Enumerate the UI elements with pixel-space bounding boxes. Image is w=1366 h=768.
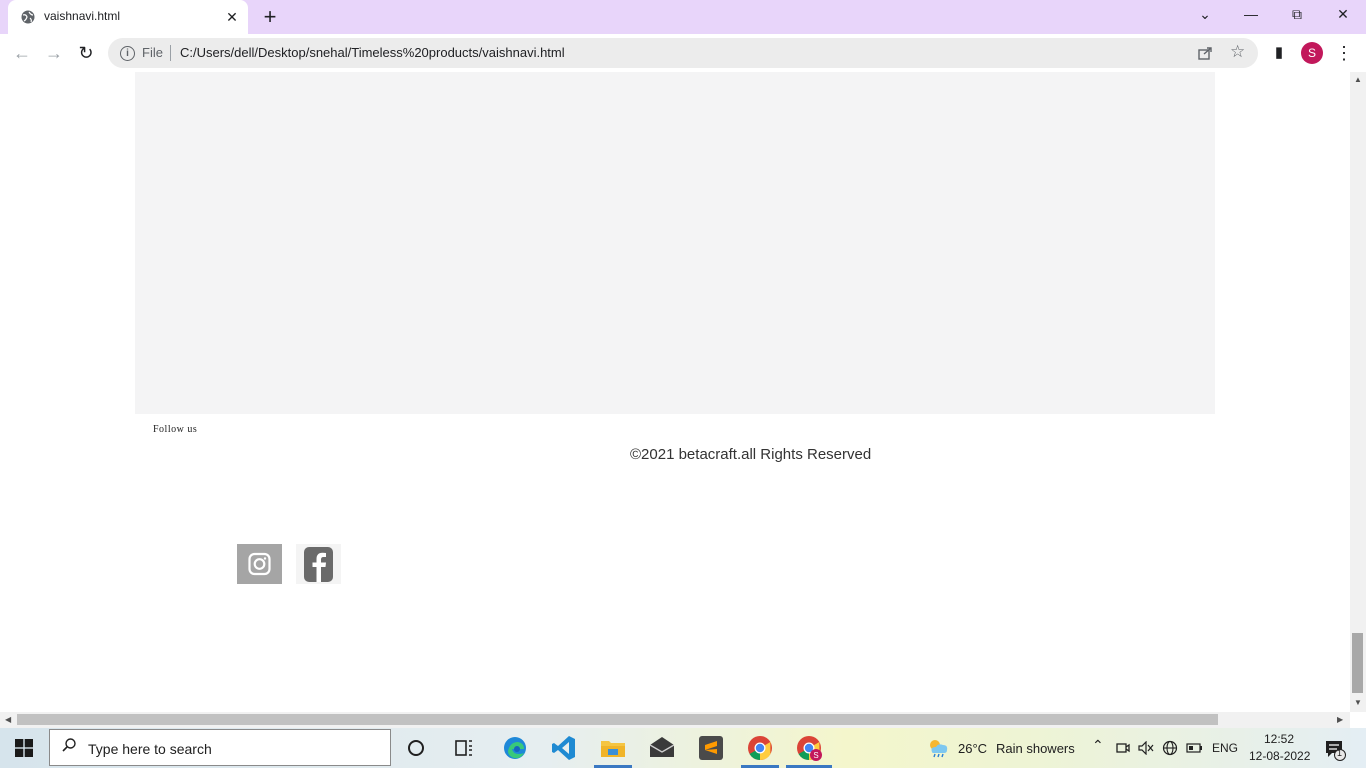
restore-button[interactable]: ⧉ (1286, 6, 1308, 23)
browser-tab[interactable]: vaishnavi.html ✕ (8, 0, 248, 34)
scheme-label: File (142, 45, 163, 60)
tab-title: vaishnavi.html (44, 9, 121, 23)
facebook-icon[interactable] (296, 544, 341, 584)
chrome-profile-icon[interactable]: S (794, 733, 824, 763)
weather-temperature[interactable]: 26°C (958, 741, 987, 756)
vertical-scroll-thumb[interactable] (1352, 633, 1363, 693)
cortana-icon[interactable] (401, 733, 431, 763)
close-window-button[interactable]: ✕ (1332, 6, 1354, 23)
mail-icon[interactable] (647, 733, 677, 763)
follow-us-label: Follow us (153, 424, 198, 435)
profile-avatar[interactable]: S (1301, 42, 1323, 64)
windows-start-icon[interactable] (15, 739, 33, 757)
clock-date[interactable]: 12-08-2022 (1249, 749, 1310, 763)
scroll-right-arrow-icon[interactable]: ▶ (1337, 715, 1343, 724)
chrome-icon[interactable] (745, 733, 775, 763)
search-icon (62, 738, 76, 752)
windows-taskbar: Type here to search S 26°C Rain showers … (0, 728, 1366, 768)
content-block (135, 72, 1215, 414)
scroll-up-arrow-icon[interactable]: ▲ (1354, 75, 1362, 84)
url-text[interactable]: C:/Users/dell/Desktop/snehal/Timeless%20… (180, 45, 565, 60)
new-tab-button[interactable]: + (260, 5, 280, 29)
share-icon[interactable] (1198, 46, 1214, 60)
notification-count-badge: 1 (1337, 748, 1343, 758)
svg-text:S: S (813, 751, 818, 760)
tab-close-icon[interactable]: ✕ (224, 9, 240, 26)
scroll-left-arrow-icon[interactable]: ◀ (5, 715, 11, 724)
vscode-icon[interactable] (549, 733, 579, 763)
page-viewport: Follow us ©2021 betacraft.all Rights Res… (0, 72, 1350, 712)
horizontal-scroll-thumb[interactable] (17, 714, 1218, 725)
back-button[interactable]: ← (9, 40, 35, 66)
taskbar-search-box[interactable]: Type here to search (49, 729, 391, 766)
reload-button[interactable]: ↻ (73, 40, 99, 66)
battery-icon[interactable] (1186, 742, 1204, 754)
vertical-scrollbar[interactable] (1350, 72, 1366, 712)
edge-icon[interactable] (500, 733, 530, 763)
sublime-text-icon[interactable] (696, 733, 726, 763)
chrome-menu-icon[interactable]: ⋮ (1331, 40, 1357, 66)
meet-now-icon[interactable] (1116, 741, 1130, 755)
instagram-icon[interactable] (237, 544, 282, 584)
notification-center-icon[interactable] (1324, 739, 1346, 761)
search-placeholder: Type here to search (88, 741, 212, 757)
omnibox-divider (170, 45, 171, 61)
scroll-down-arrow-icon[interactable]: ▼ (1354, 698, 1362, 707)
address-bar[interactable]: i File C:/Users/dell/Desktop/snehal/Time… (108, 38, 1258, 68)
network-globe-icon[interactable] (1162, 740, 1178, 756)
task-view-icon[interactable] (449, 733, 479, 763)
minimize-button[interactable]: — (1240, 6, 1262, 22)
side-panel-icon[interactable]: ▮ (1266, 40, 1292, 66)
weather-rain-icon[interactable] (926, 738, 950, 758)
browser-titlebar: vaishnavi.html ✕ + ⌄ — ⧉ ✕ (0, 0, 1366, 34)
globe-icon (21, 10, 35, 24)
file-explorer-icon[interactable] (598, 733, 628, 763)
site-info-icon[interactable]: i (120, 46, 135, 61)
show-hidden-icons-chevron-icon[interactable]: ⌃ (1092, 737, 1104, 754)
tab-search-icon[interactable]: ⌄ (1194, 6, 1216, 23)
clock-time[interactable]: 12:52 (1264, 732, 1294, 746)
speaker-muted-icon[interactable] (1138, 741, 1154, 755)
bookmark-star-icon[interactable]: ☆ (1230, 42, 1245, 62)
copyright-text: ©2021 betacraft.all Rights Reserved (630, 446, 872, 463)
forward-button[interactable]: → (41, 40, 67, 66)
weather-condition[interactable]: Rain showers (996, 741, 1075, 756)
language-indicator[interactable]: ENG (1212, 741, 1238, 755)
browser-toolbar: ← → ↻ i File C:/Users/dell/Desktop/sneha… (0, 34, 1366, 73)
